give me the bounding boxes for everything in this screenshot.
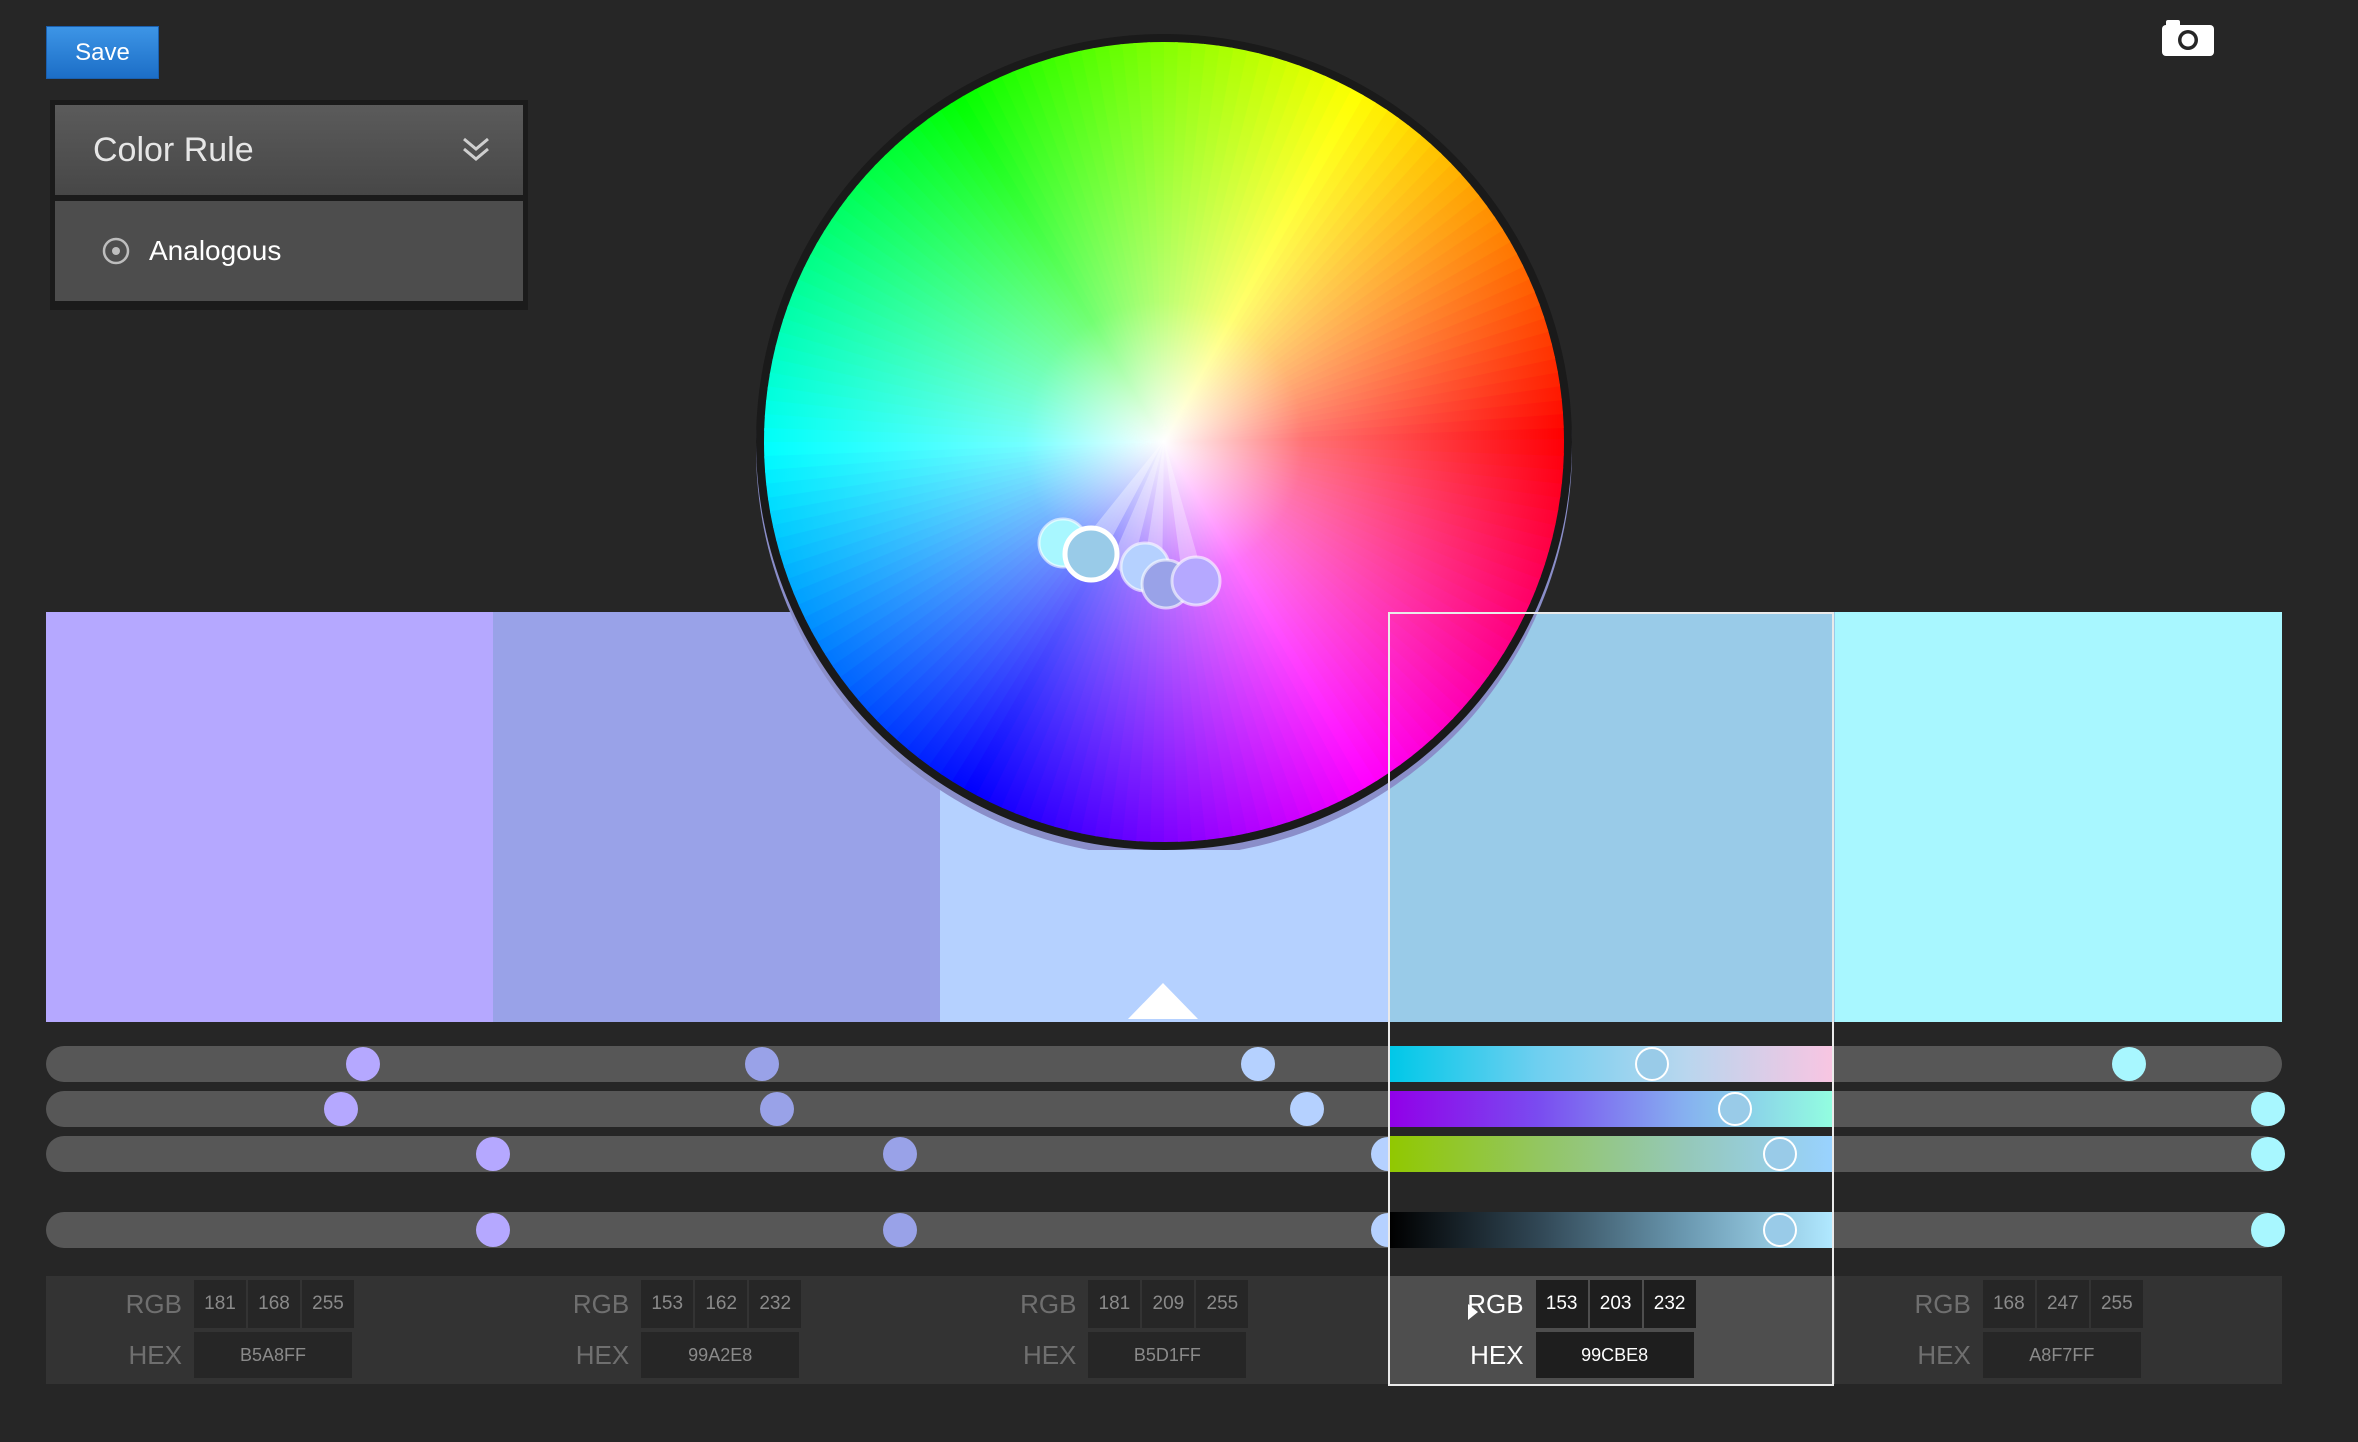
green-gradient[interactable] <box>1390 1091 1832 1127</box>
values-bar: RGB 181 168 255 HEX B5A8FF RGB 153 162 232 HEX 99A2… <box>46 1276 2282 1384</box>
rgb-value[interactable]: 153 <box>641 1280 694 1328</box>
swatch-1[interactable] <box>46 612 494 1022</box>
rgb-label: RGB <box>1467 1288 1524 1319</box>
color-values-4: RGB 153 203 232 HEX 99CBE8 <box>1387 1276 1835 1384</box>
radio-icon[interactable] <box>101 236 131 266</box>
slider-knob[interactable] <box>323 1092 358 1126</box>
rgb-value[interactable]: 181 <box>194 1280 246 1328</box>
hex-label: HEX <box>1470 1339 1524 1370</box>
blue-knob[interactable] <box>1763 1137 1797 1171</box>
color-rule-option[interactable]: Analogous <box>55 201 523 301</box>
rgb-value[interactable]: 232 <box>1643 1280 1696 1328</box>
rgb-label: RGB <box>572 1288 630 1319</box>
handle-1 <box>1170 555 1222 607</box>
color-wheel[interactable] <box>752 30 1572 857</box>
slider-knob[interactable] <box>1289 1092 1324 1126</box>
rgb-value[interactable]: 209 <box>1142 1280 1195 1328</box>
slider-knob[interactable] <box>883 1213 918 1247</box>
slider-knob[interactable] <box>2251 1137 2285 1171</box>
rgb-value[interactable]: 255 <box>302 1280 354 1328</box>
color-values-1: RGB 181 168 255 HEX B5A8FF <box>46 1276 493 1384</box>
slider-knob[interactable] <box>1240 1047 1275 1081</box>
swatch-5[interactable] <box>1834 612 2283 1022</box>
rgb-value[interactable]: 232 <box>749 1280 802 1328</box>
slider-track-3[interactable] <box>46 1136 2282 1172</box>
rgb-value[interactable]: 168 <box>248 1280 300 1328</box>
color-rule-header[interactable]: Color Rule <box>55 105 523 195</box>
rgb-value[interactable]: 168 <box>1982 1280 2035 1328</box>
color-rule-panel: Color Rule Analogous <box>50 100 528 310</box>
rgb-label: RGB <box>1914 1288 1971 1319</box>
rgb-value[interactable]: 247 <box>2036 1280 2089 1328</box>
slider-knob[interactable] <box>2250 1092 2285 1126</box>
rgb-value[interactable]: 203 <box>1589 1280 1642 1328</box>
slider-knob[interactable] <box>883 1137 918 1171</box>
handle-base <box>1062 525 1120 583</box>
slider-knob[interactable] <box>2251 1213 2285 1247</box>
rgb-value[interactable]: 255 <box>1196 1280 1249 1328</box>
slider-knob[interactable] <box>476 1213 511 1247</box>
brightness-knob[interactable] <box>1763 1213 1797 1247</box>
rgb-value[interactable]: 153 <box>1535 1280 1588 1328</box>
red-knob[interactable] <box>1635 1047 1669 1081</box>
rgb-label: RGB <box>125 1288 182 1319</box>
hex-value[interactable]: B5A8FF <box>194 1332 352 1378</box>
rule-option-label: Analogous <box>149 235 282 266</box>
slider-knob[interactable] <box>476 1137 511 1171</box>
rgb-label: RGB <box>1020 1288 1077 1319</box>
rgb-value[interactable]: 162 <box>695 1280 748 1328</box>
slider-knob[interactable] <box>744 1047 779 1081</box>
red-gradient[interactable] <box>1390 1046 1832 1082</box>
hex-value[interactable]: 99CBE8 <box>1535 1332 1694 1378</box>
color-rule-title: Color Rule <box>93 130 254 169</box>
green-knob[interactable] <box>1718 1092 1752 1126</box>
rgb-value[interactable]: 181 <box>1088 1280 1141 1328</box>
hex-value[interactable]: 99A2E8 <box>641 1332 800 1378</box>
base-color-marker <box>1128 983 1198 1019</box>
hex-label: HEX <box>128 1339 182 1370</box>
save-button[interactable]: Save <box>46 26 159 79</box>
slider-track-1[interactable] <box>46 1046 2282 1082</box>
rgb-value[interactable]: 255 <box>2090 1280 2143 1328</box>
color-values-3: RGB 181 209 255 HEX B5D1FF <box>940 1276 1387 1384</box>
color-values-2: RGB 153 162 232 HEX 99A2E8 <box>493 1276 940 1384</box>
color-values-5: RGB 168 247 255 HEX A8F7FF <box>1835 1276 2282 1384</box>
hex-label: HEX <box>1022 1339 1077 1370</box>
hex-value[interactable]: B5D1FF <box>1088 1332 1247 1378</box>
slider-track-4[interactable] <box>46 1212 2282 1248</box>
hex-value[interactable]: A8F7FF <box>1982 1332 2141 1378</box>
slider-track-2[interactable] <box>46 1091 2282 1127</box>
slider-area <box>46 1046 2285 1256</box>
double-chevron-down-icon[interactable] <box>461 136 491 164</box>
camera-icon[interactable] <box>2160 18 2216 58</box>
hex-label: HEX <box>1917 1339 1971 1370</box>
hex-label: HEX <box>575 1339 630 1370</box>
